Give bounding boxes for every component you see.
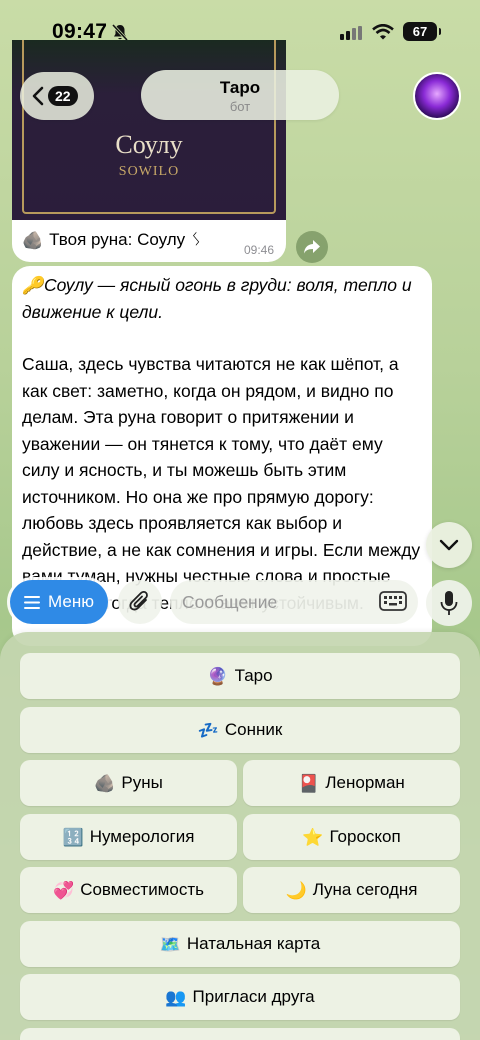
kb-label: Ленорман — [325, 773, 405, 792]
share-arrow-icon — [304, 240, 320, 254]
kb-button-natal-chart[interactable]: 🗺️ Натальная карта — [20, 921, 460, 967]
kb-label: Таро — [234, 666, 273, 685]
kb-label: Гороскоп — [329, 827, 401, 846]
menu-button[interactable]: Меню — [10, 580, 108, 624]
rune-card-title: Соулу — [115, 130, 183, 159]
kb-button-numerology[interactable]: 🔢 Нумерология — [20, 814, 237, 860]
hamburger-icon — [24, 595, 41, 609]
image-caption: 🪨 Твоя руна: Соулу ᛊ — [22, 230, 201, 250]
kb-label: Пригласи друга — [192, 987, 315, 1006]
chat-name: Таро — [219, 78, 261, 97]
chat-subtitle: бот — [229, 99, 251, 114]
kb-button-runy[interactable]: 🪨 Руны — [20, 760, 237, 806]
attach-button[interactable] — [118, 580, 162, 624]
people-icon: 👥 — [165, 987, 187, 1007]
forward-button[interactable] — [296, 231, 328, 263]
kb-label: Совместимость — [80, 880, 204, 899]
kb-button-moon-today[interactable]: 🌙 Луна сегодня — [243, 867, 460, 913]
hearts-icon: 💞 — [53, 880, 75, 900]
rock-icon: 🪨 — [22, 230, 44, 250]
cards-icon: 🎴 — [298, 773, 320, 793]
keyboard-icon[interactable] — [379, 591, 407, 611]
paperclip-icon — [129, 590, 148, 611]
scroll-down-button[interactable] — [426, 522, 472, 568]
kb-button-horoscope[interactable]: ⭐ Гороскоп — [243, 814, 460, 860]
kb-button-lenorman[interactable]: 🎴 Ленорман — [243, 760, 460, 806]
numbers-icon: 🔢 — [62, 827, 84, 847]
rock-icon: 🪨 — [94, 773, 116, 793]
chat-title[interactable]: Таро бот — [141, 70, 339, 120]
kb-button-sonnik[interactable]: 💤 Сонник — [20, 707, 460, 753]
rune-card-image[interactable]: Соулу SOWILO — [12, 40, 286, 220]
kb-button-taro[interactable]: 🔮 Таро — [20, 653, 460, 699]
caption-text: Твоя руна: Соулу — [49, 230, 186, 249]
menu-label: Меню — [48, 592, 94, 611]
microphone-icon — [440, 591, 458, 615]
message-lead: Соулу — ясный огонь в груди: воля, тепло… — [22, 275, 412, 322]
battery-indicator: 67 — [403, 22, 441, 41]
bot-keyboard: 🔮 Таро 💤 Сонник 🪨 Руны 🎴 Ленорман 🔢 Нуме… — [0, 632, 480, 1040]
crystal-ball-icon: 🔮 — [207, 666, 229, 686]
star-icon: ⭐ — [302, 827, 324, 847]
zzz-icon: 💤 — [197, 720, 219, 740]
kb-label: Луна сегодня — [312, 880, 418, 899]
map-icon: 🗺️ — [159, 934, 181, 954]
kb-button-invite-friend[interactable]: 👥 Пригласи друга — [20, 974, 460, 1020]
bell-off-icon — [112, 24, 128, 41]
microphone-button[interactable] — [426, 580, 472, 626]
chevron-down-icon — [439, 539, 459, 551]
crescent-moon-icon: 🌙 — [285, 880, 307, 900]
wifi-icon — [372, 24, 394, 40]
rune-glyph-icon: ᛊ — [191, 230, 202, 250]
kb-label: Руны — [121, 773, 163, 792]
back-button[interactable]: 22 — [20, 72, 94, 120]
chevron-left-icon — [32, 86, 44, 106]
message-body: Саша, здесь чувства читаются не как шёпо… — [22, 354, 421, 613]
message-time: 09:46 — [243, 243, 274, 257]
key-icon: 🔑 — [22, 276, 44, 295]
kb-label: Нумерология — [89, 827, 195, 846]
kb-button-more[interactable] — [20, 1028, 460, 1040]
kb-button-compatibility[interactable]: 💞 Совместимость — [20, 867, 237, 913]
unread-count-badge: 22 — [48, 86, 78, 106]
bot-avatar[interactable] — [413, 72, 461, 120]
kb-label: Сонник — [224, 720, 283, 739]
rune-card-subtitle: SOWILO — [118, 164, 180, 179]
card-frame — [22, 40, 276, 214]
kb-label: Натальная карта — [186, 934, 321, 953]
